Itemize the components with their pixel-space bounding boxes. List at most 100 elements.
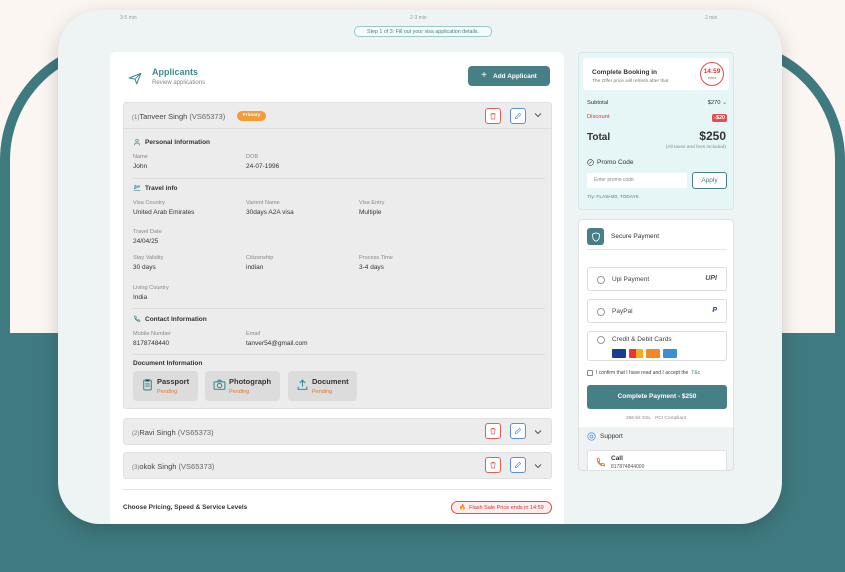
shield-icon [587, 228, 604, 245]
trash-icon [490, 428, 496, 435]
document-card-photograph[interactable]: Photograph Pending [205, 371, 280, 401]
add-applicant-button[interactable]: + Add Applicant [468, 66, 550, 86]
email-value: tanver54@gmail.com [246, 340, 308, 347]
discount-label: Discount [587, 114, 610, 120]
applicant-id: (VS65373) [177, 428, 214, 437]
subtotal-row: Subtotal $270 ⌄ [587, 100, 727, 106]
payment-option-paypal[interactable]: PayPal P [587, 299, 727, 323]
dob-value: 24-07-1996 [246, 163, 280, 170]
add-applicant-label: Add Applicant [493, 72, 537, 80]
discount-value: -$20 [712, 114, 727, 122]
applicant-name-2: (2)Ravi Singh (VS65373) [132, 428, 214, 437]
terms-checkbox[interactable] [587, 370, 593, 376]
visa-country-label: Visa Country [133, 200, 165, 206]
document-card-passport[interactable]: Passport Pending [133, 371, 198, 401]
complete-payment-button[interactable]: Complete Payment - $250 [587, 385, 727, 409]
total-note: (All taxes and fees included) [665, 145, 726, 150]
edit-applicant-button[interactable] [510, 423, 526, 439]
radio-button[interactable] [597, 308, 605, 316]
contact-info-label: Contact Information [145, 315, 207, 323]
chevron-down-icon: ⌄ [722, 100, 727, 106]
payment-option-label: PayPal [612, 308, 633, 315]
applicant-name-1: (1)Tanveer Singh (VS65373) [132, 112, 225, 121]
visa-entry-label: Visa Entry [359, 200, 385, 206]
total-label: Total [587, 132, 611, 143]
pricing-section: Choose Pricing, Speed & Service Levels 🔥… [123, 489, 552, 519]
contact-info-title: Contact Information [133, 315, 207, 323]
payment-option-upi[interactable]: Upi Payment UPI [587, 267, 727, 291]
divider [133, 354, 545, 355]
travel-info-label: Travel info [145, 184, 178, 192]
payment-option-cards[interactable]: Credit & Debit Cards [587, 331, 727, 361]
subtotal-value-wrap[interactable]: $270 ⌄ [708, 100, 727, 106]
delete-applicant-button[interactable] [485, 423, 501, 439]
applicant-name-text: Ravi Singh [139, 428, 176, 437]
edit-icon [515, 427, 522, 434]
applicants-title: Applicants [152, 67, 199, 77]
visa-icon [612, 349, 626, 358]
variant-value: 30days A2A visa [246, 209, 294, 216]
countdown-timer: 14:59 mins [700, 62, 724, 86]
document-name: Photograph [229, 377, 272, 386]
document-name: Passport [157, 377, 190, 386]
discount-row: Discount -$20 [587, 114, 727, 122]
applicant-panel-2[interactable]: (2)Ravi Singh (VS65373) [123, 418, 552, 445]
chevron-down-icon[interactable] [532, 426, 544, 438]
camera-icon [213, 379, 226, 390]
document-status: Pending [312, 389, 333, 395]
applicant-name-text: okok Singh [139, 462, 177, 471]
delete-applicant-button[interactable] [485, 457, 501, 473]
lifebuoy-icon [587, 432, 596, 441]
edit-applicant-button[interactable] [510, 457, 526, 473]
timer-value: 14:59 [703, 68, 721, 75]
document-card-document[interactable]: Document Pending [288, 371, 357, 401]
applicant-header-1[interactable]: (1)Tanveer Singh (VS65373) Primary [124, 103, 551, 129]
apply-promo-button[interactable]: Apply [692, 172, 727, 189]
booking-summary: Complete Booking in The Offer price will… [578, 52, 734, 210]
applicant-panel-1: (1)Tanveer Singh (VS65373) Primary Perso… [123, 102, 552, 409]
applicant-name-text: Tanveer Singh [139, 112, 188, 121]
citizenship-value: indian [246, 264, 264, 271]
support-section: Support Call 817874844000 [579, 427, 733, 470]
mobile-label: Mobile Number [133, 331, 171, 337]
chevron-down-icon[interactable] [532, 460, 544, 472]
phone-icon [134, 315, 141, 322]
chevron-up-icon[interactable] [532, 109, 544, 121]
call-label: Call [611, 455, 623, 462]
promo-code-input[interactable]: Enter promo code [587, 173, 687, 188]
email-label: Email [246, 331, 260, 337]
applicant-panel-3[interactable]: (3)okok Singh (VS65373) [123, 452, 552, 479]
terms-link[interactable]: T&c [691, 370, 700, 376]
process-time-label: Process Time [359, 255, 393, 261]
user-icon [134, 139, 140, 146]
call-support-button[interactable]: Call 817874844000 [587, 450, 727, 470]
step-3-time: 2 min [705, 15, 718, 21]
delete-applicant-button[interactable] [485, 108, 501, 124]
promo-suggestions: Try: FLASH20, TODAY5 [587, 195, 639, 200]
plane-takeoff-icon [133, 184, 141, 191]
edit-icon [515, 112, 522, 119]
booking-countdown: Complete Booking in The Offer price will… [583, 58, 729, 90]
trash-icon [490, 113, 496, 120]
document-name: Document [312, 377, 349, 386]
payment-panel: Secure Payment Upi Payment UPI PayPal P … [578, 219, 734, 471]
radio-button[interactable] [597, 276, 605, 284]
applicants-card: Applicants Review applications + Add App… [110, 52, 564, 524]
divider [133, 178, 545, 179]
payment-option-label: Upi Payment [612, 276, 650, 283]
edit-applicant-button[interactable] [510, 108, 526, 124]
applicant-id: (VS65373) [178, 462, 215, 471]
terms-confirm: I confirm that I have read and I accept … [587, 370, 700, 376]
airplane-icon [128, 72, 142, 85]
subtotal-value: $270 [707, 100, 721, 106]
name-value: John [133, 163, 148, 170]
total-value: $250 [699, 129, 726, 143]
fire-icon: 🔥 [459, 504, 467, 511]
living-country-label: Living Country [133, 285, 169, 291]
travel-date-value: 24/04/25 [133, 238, 159, 245]
discover-icon [646, 349, 660, 358]
flash-sale-text: Flash Sale Price ends in 14:59 [469, 504, 544, 511]
payment-header: Secure Payment [587, 228, 727, 250]
radio-button[interactable] [597, 336, 605, 344]
paypal-logo-icon: P [712, 307, 717, 314]
